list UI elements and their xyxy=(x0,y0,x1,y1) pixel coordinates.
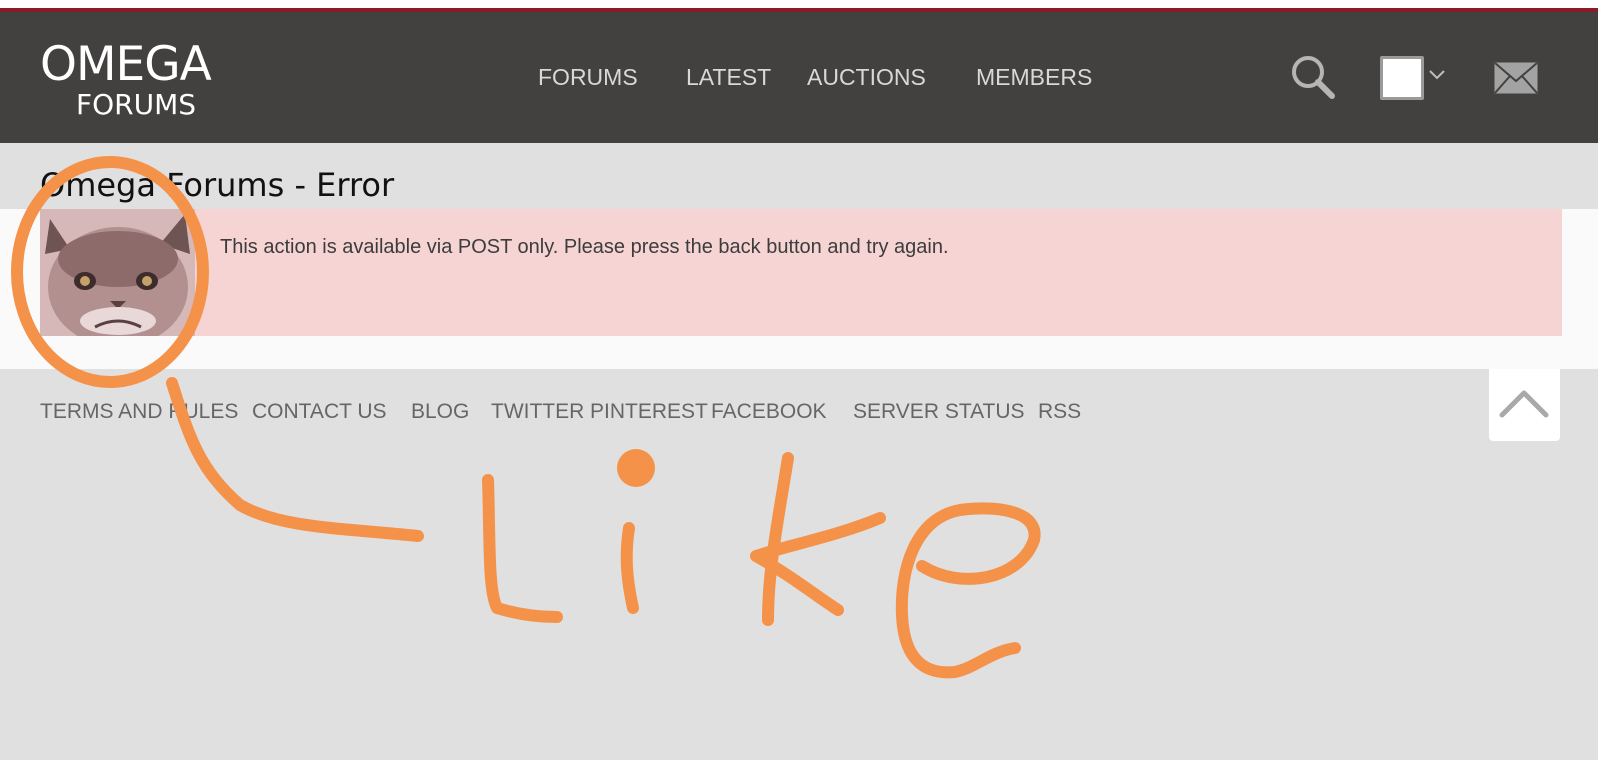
user-avatar xyxy=(1380,56,1424,100)
footer-link-blog[interactable]: BLOG xyxy=(411,398,469,426)
nav-auctions[interactable]: AUCTIONS xyxy=(807,62,926,92)
annotation-letter-i-dot xyxy=(617,449,655,487)
site-header: OMEGA FORUMS FORUMS LATEST AUCTIONS MEMB… xyxy=(0,12,1598,143)
annotation-letter-k-arms xyxy=(750,512,886,616)
footer-link-rss[interactable]: RSS xyxy=(1038,398,1081,426)
annotation-letter-k-stem xyxy=(762,452,794,626)
annotation-letter-e xyxy=(895,502,1041,679)
error-message-text: This action is available via POST only. … xyxy=(220,236,949,258)
logo-line-1: OMEGA xyxy=(40,37,212,92)
back-to-top-button[interactable] xyxy=(1489,369,1560,441)
site-logo[interactable]: OMEGA FORUMS xyxy=(40,40,250,122)
mail-icon[interactable] xyxy=(1494,62,1538,94)
error-message-box xyxy=(40,209,1562,336)
chevron-up-icon xyxy=(1499,390,1549,418)
page-title: Omega Forums - Error xyxy=(40,166,395,204)
nav-forums[interactable]: FORUMS xyxy=(538,62,638,92)
logo-line-2: FORUMS xyxy=(76,88,197,121)
footer-link-twitter[interactable]: TWITTER xyxy=(491,398,584,426)
annotation-letter-l xyxy=(482,474,563,623)
nav-members[interactable]: MEMBERS xyxy=(976,62,1092,92)
footer-link-terms[interactable]: TERMS AND RULES xyxy=(40,398,238,426)
grumpy-cat-avatar xyxy=(40,209,195,336)
footer-link-facebook[interactable]: FACEBOOK xyxy=(711,398,827,426)
footer-link-pinterest[interactable]: PINTEREST xyxy=(590,398,708,426)
annotation-letter-i xyxy=(620,522,639,614)
nav-latest[interactable]: LATEST xyxy=(686,62,771,92)
footer-link-contact[interactable]: CONTACT US xyxy=(252,398,387,426)
account-menu[interactable] xyxy=(1380,56,1448,100)
chevron-down-icon xyxy=(1429,70,1445,80)
footer-link-server-status[interactable]: SERVER STATUS xyxy=(853,398,1025,426)
search-icon[interactable] xyxy=(1290,54,1336,100)
